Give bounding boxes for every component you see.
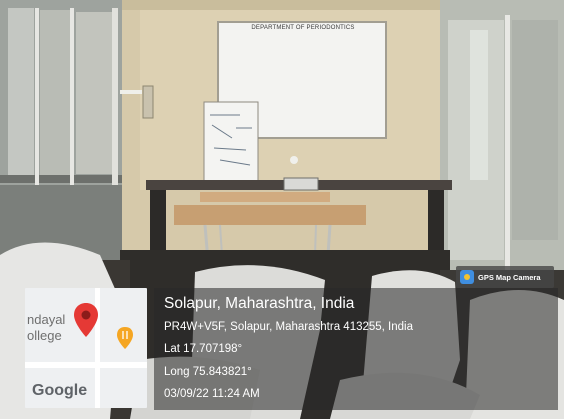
- location-info-panel: Solapur, Maharashtra, India PR4W+V5F, So…: [154, 288, 558, 410]
- map-road-horizontal: [25, 362, 147, 368]
- app-name: GPS Map Camera: [478, 272, 541, 282]
- switchboard: [142, 85, 154, 119]
- google-logo: Google: [32, 382, 88, 399]
- datetime: 03/09/22 11:24 AM: [164, 388, 260, 400]
- desk: [174, 205, 366, 225]
- longitude: Long 75.843821°: [164, 366, 252, 378]
- gps-map-camera-badge: GPS Map Camera: [456, 266, 554, 288]
- gps-map-camera-icon: [460, 270, 474, 284]
- map-place-line2: ollege: [27, 328, 62, 343]
- latitude: Lat 17.707198°: [164, 343, 243, 355]
- map-pin-icon: [74, 303, 98, 337]
- city-line: Solapur, Maharashtra, India: [164, 295, 355, 312]
- photo-scene: DEPARTMENT OF PERIODONTICS GPS Map Camer…: [0, 0, 564, 419]
- address-line: PR4W+V5F, Solapur, Maharashtra 413255, I…: [164, 321, 413, 333]
- map-place-label: ndayal ollege: [27, 312, 65, 344]
- projector: [283, 177, 319, 191]
- board-title: DEPARTMENT OF PERIODONTICS: [251, 25, 355, 31]
- flip-chart: [203, 101, 259, 183]
- mini-map: ndayal ollege Google: [25, 288, 147, 408]
- map-place-line1: ndayal: [27, 312, 66, 327]
- restaurant-icon: [117, 327, 133, 349]
